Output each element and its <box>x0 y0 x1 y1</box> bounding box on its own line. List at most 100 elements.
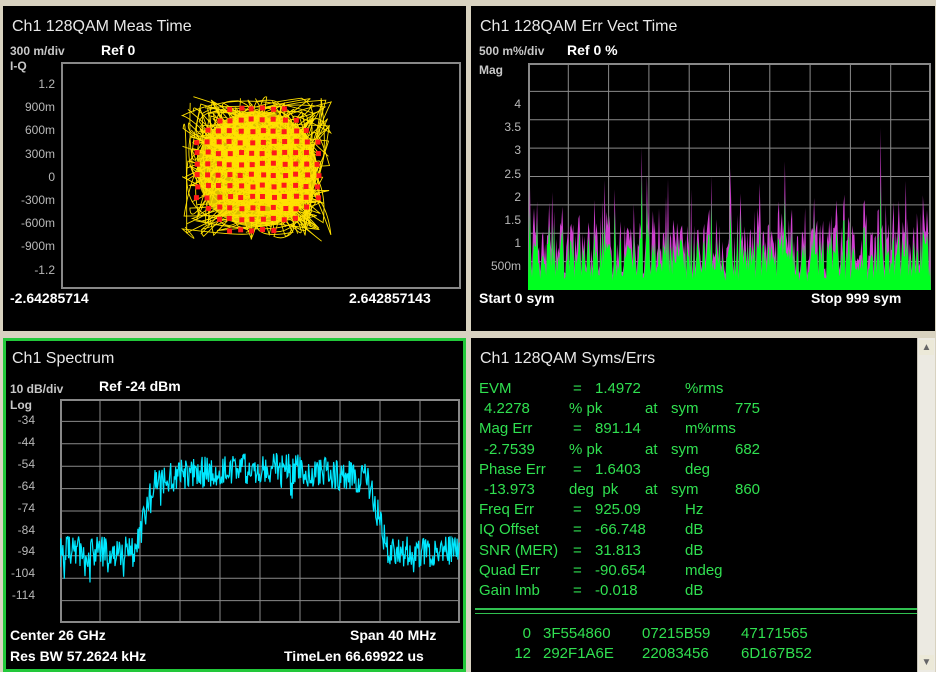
symbol-point <box>303 184 309 190</box>
format-label: Mag <box>479 63 503 77</box>
summary-cell: mdeg <box>685 561 723 579</box>
summary-cell: = <box>573 541 582 559</box>
symbol-point <box>227 228 233 234</box>
res-bw-label: Res BW 57.2624 kHz <box>10 648 147 664</box>
symbol-point <box>283 206 289 212</box>
center-label: Center 26 GHz <box>10 627 106 643</box>
symbol-point <box>239 206 245 212</box>
symbol-point <box>250 140 256 146</box>
summary-cell: Gain Imb <box>479 582 540 599</box>
symbol-point <box>194 161 200 167</box>
y-tick-label: 1.5 <box>504 213 521 227</box>
symbol-point <box>204 195 210 201</box>
symbol-point <box>282 117 288 123</box>
symbol-point <box>270 215 276 221</box>
summary-cell: 860 <box>735 481 761 498</box>
symbol-point <box>304 139 310 145</box>
symbol-point <box>303 194 309 200</box>
symbol-point <box>206 205 212 211</box>
summary-cell: = <box>573 501 582 519</box>
symbol-word: 3F554860 <box>543 625 611 642</box>
summary-cell: deg pk <box>569 481 619 498</box>
spectrum-plot <box>60 399 460 623</box>
vertical-scrollbar[interactable]: ▲ ▼ <box>917 338 935 672</box>
pane-title: Ch1 Spectrum <box>12 350 115 367</box>
pane-title: Ch1 128QAM Meas Time <box>12 18 192 35</box>
symbol-point <box>205 182 211 188</box>
symbol-point <box>239 183 245 189</box>
symbol-point <box>238 117 244 123</box>
y-tick-label: -1.2 <box>34 262 55 277</box>
y-tick-label: 2 <box>514 189 521 204</box>
err-vect-plot <box>528 63 931 290</box>
y-tick-label: -600m <box>20 216 55 231</box>
symbol-point <box>260 205 266 211</box>
symbol-point <box>194 172 200 178</box>
symbol-point <box>194 150 200 156</box>
scroll-up-icon[interactable]: ▲ <box>919 340 934 355</box>
summary-cell: 1.6403 <box>595 460 641 478</box>
symbol-point <box>314 184 320 190</box>
symbol-point <box>217 204 223 210</box>
pane-err-vect-time[interactable]: Ch1 128QAM Err Vect Time 500 m%/div Ref … <box>471 6 935 331</box>
summary-cell: % pk <box>569 440 603 458</box>
symbol-word: 6D167B52 <box>741 645 812 662</box>
symbol-word: 22083456 <box>642 645 709 662</box>
symbol-point <box>226 162 232 168</box>
y-tick-label: -44 <box>17 434 35 449</box>
summary-cell: sym <box>671 400 699 418</box>
summary-cell: dB <box>685 582 704 599</box>
y-tick-label: 600m <box>24 123 55 138</box>
summary-cell: 4.2278 <box>484 400 530 418</box>
summary-cell: -0.018 <box>595 582 638 599</box>
summary-cell: = <box>573 460 582 478</box>
symbol-point <box>293 193 299 199</box>
symbol-point <box>217 161 223 167</box>
summary-cell: = <box>573 380 582 397</box>
symbol-point <box>260 128 266 134</box>
summary-cell: = <box>573 420 582 438</box>
symbol-point <box>260 227 266 233</box>
y-tick-label: -64 <box>17 478 35 493</box>
summary-cell: -66.748 <box>595 521 646 539</box>
summary-cell: m%rms <box>685 420 736 438</box>
pane-syms-errs[interactable]: Ch1 128QAM Syms/Errs EVM = 1.4972 %rms 4.227… <box>471 338 935 672</box>
symbol-point <box>259 182 265 188</box>
summary-cell: at <box>645 481 658 498</box>
symbol-point <box>239 162 245 168</box>
summary-cell: Quad Err <box>479 561 540 579</box>
summary-cell: sym <box>671 440 699 458</box>
pane-title: Ch1 128QAM Syms/Errs <box>480 350 656 367</box>
scale-label: 300 m/div <box>10 44 65 58</box>
summary-cell: deg <box>685 460 711 478</box>
summary-cell: 682 <box>735 440 761 458</box>
y-tick-label: 1.2 <box>38 77 55 91</box>
symbol-index: 0 <box>522 625 531 642</box>
symbol-point <box>305 172 311 178</box>
symbol-point <box>204 139 210 145</box>
pane-iq-constellation[interactable]: Ch1 128QAM Meas Time 300 m/div Ref 0 I-Q… <box>3 6 466 331</box>
summary-cell: sym <box>671 481 699 498</box>
pane-spectrum[interactable]: Ch1 Spectrum 10 dB/div Ref -24 dBm Log -… <box>3 338 466 672</box>
summary-cell: % pk <box>569 400 603 418</box>
y-tick-label: 3.5 <box>504 120 521 135</box>
y-tick-label: -300m <box>20 193 55 207</box>
symbol-point <box>293 206 299 212</box>
summary-cell: SNR (MER) <box>479 541 559 559</box>
symbol-point <box>293 171 299 177</box>
symbol-point <box>293 161 299 167</box>
symbol-point <box>217 118 223 124</box>
symbol-point <box>227 151 233 157</box>
symbol-point <box>259 117 265 123</box>
symbol-point <box>215 151 221 157</box>
symbol-point <box>294 138 300 144</box>
symbol-point <box>194 140 200 146</box>
ref-label: Ref 0 <box>101 42 136 58</box>
symbol-point <box>270 204 276 210</box>
scroll-down-icon[interactable]: ▼ <box>919 655 934 670</box>
symbol-point <box>193 195 199 201</box>
summary-cell: 1.4972 <box>595 380 641 397</box>
symbol-point <box>250 184 256 190</box>
symbol-point <box>215 172 221 178</box>
symbol-point <box>294 128 300 134</box>
